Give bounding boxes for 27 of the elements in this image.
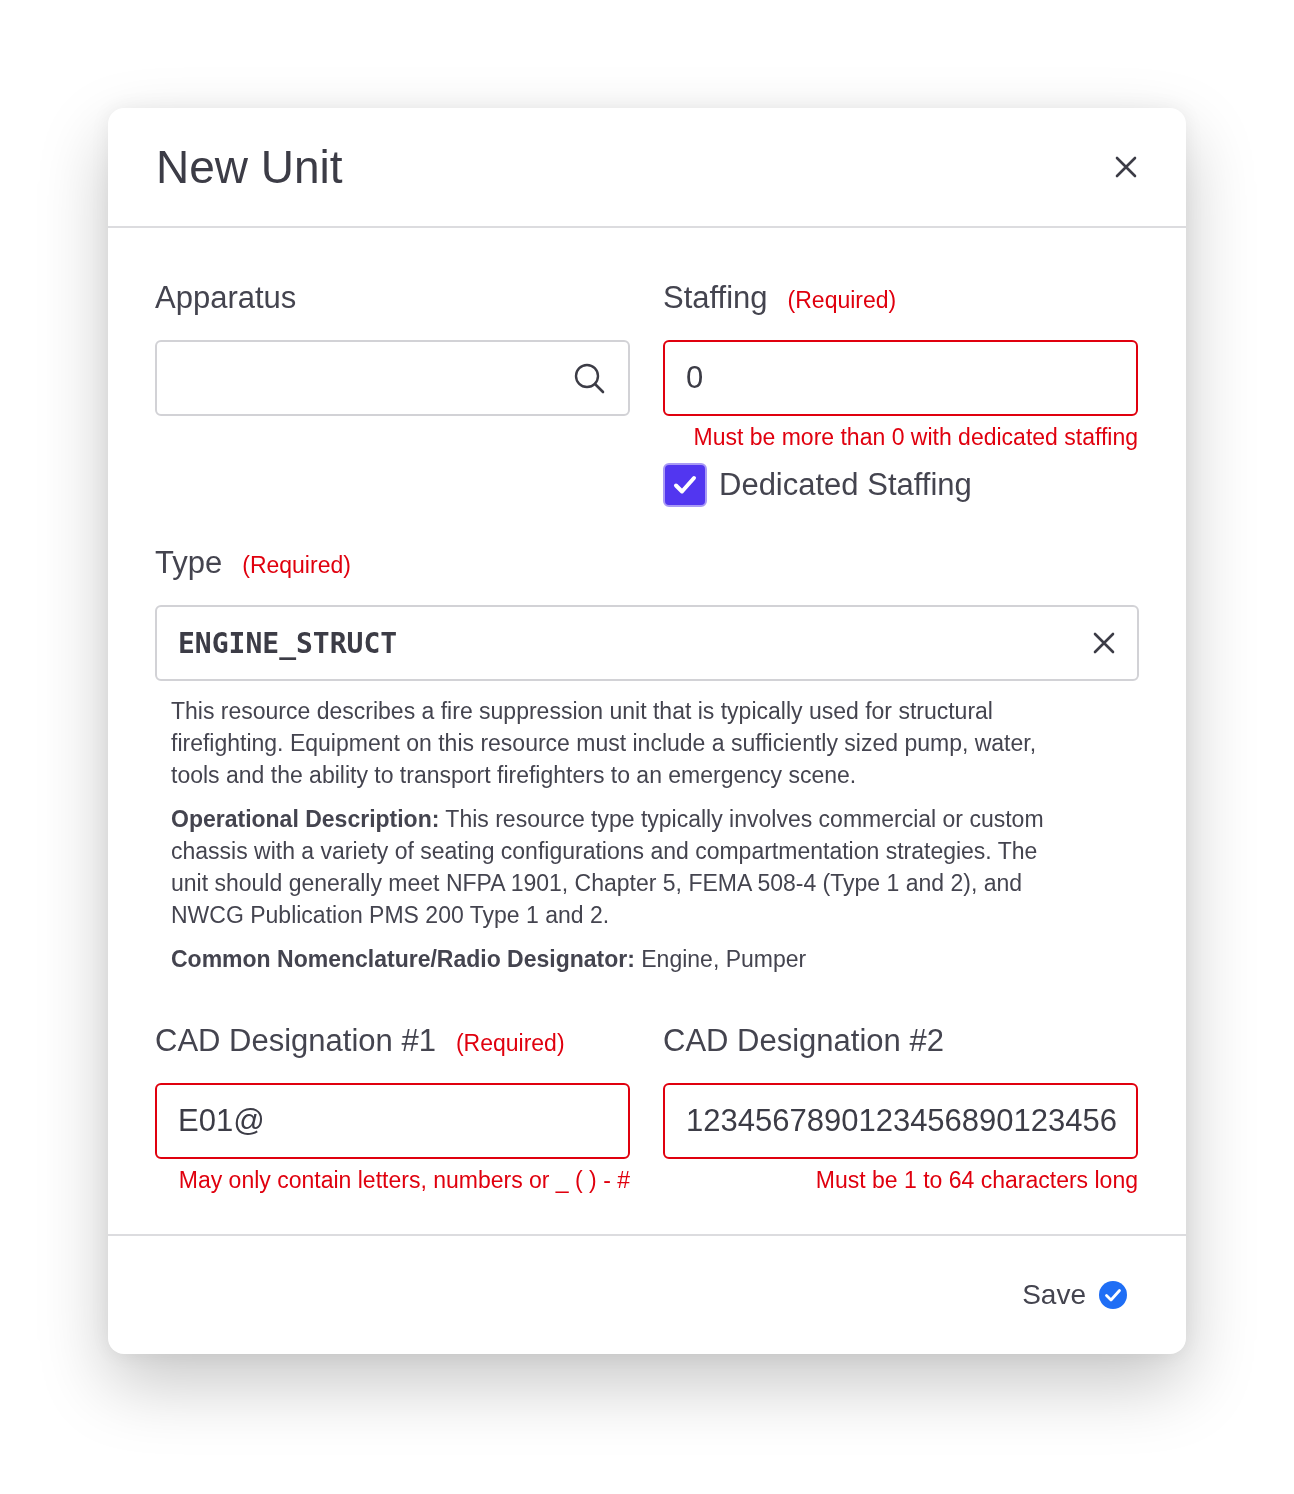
field-label: CAD Designation #1 [155, 1023, 436, 1059]
input-field[interactable]: E01@ [155, 1083, 630, 1159]
error-message: May only contain letters, numbers or _ ( ) - # [177, 1167, 630, 1194]
search-field[interactable] [155, 340, 630, 416]
required-note: (Required) [455, 1030, 565, 1057]
check-circle-icon [1098, 1280, 1128, 1310]
checkbox[interactable] [663, 463, 707, 507]
save-button[interactable]: Save [1022, 1275, 1128, 1315]
description-text: Operational Description: This resource type typically involves commercial or custom chassis with a variety of seating configurations and compartmentation strategies. The unit should generally meet NFPA 1901, Chapter 5, FEMA 508-4 (Type 1 and 2), and NWCG Publication PMS 200 Type 1 and 2. [171, 805, 1045, 930]
description-text: Common Nomenclature/Radio Designator: Engine, Pumper [171, 945, 808, 974]
dialog-title: New Unit [156, 140, 343, 194]
error-message: Must be 1 to 64 characters long [814, 1167, 1138, 1194]
search-icon [572, 361, 606, 395]
field-label: Staffing [663, 280, 768, 316]
description-text: This resource describes a fire suppression unit that is typically used for structural firefighting. Equipment on this resource must include a sufficiently sized pump, water, tools and the ability to transport firefighters to an emergency scene. [171, 697, 1038, 790]
clear-icon[interactable] [1093, 632, 1115, 654]
input-field[interactable]: 1234567890123456890123456 [663, 1083, 1138, 1159]
select-field[interactable]: ENGINE_STRUCT [155, 605, 1139, 681]
field-label: Type [155, 545, 223, 581]
required-note: (Required) [787, 287, 897, 314]
error-message: Must be more than 0 with dedicated staffing [692, 424, 1138, 451]
field-label: CAD Designation #2 [663, 1023, 944, 1059]
checkbox-label: Dedicated Staffing [719, 467, 972, 503]
field-label: Apparatus [155, 280, 297, 316]
input-field[interactable]: 0 [663, 340, 1138, 416]
close-icon[interactable] [1114, 155, 1138, 179]
required-note: (Required) [242, 552, 351, 579]
